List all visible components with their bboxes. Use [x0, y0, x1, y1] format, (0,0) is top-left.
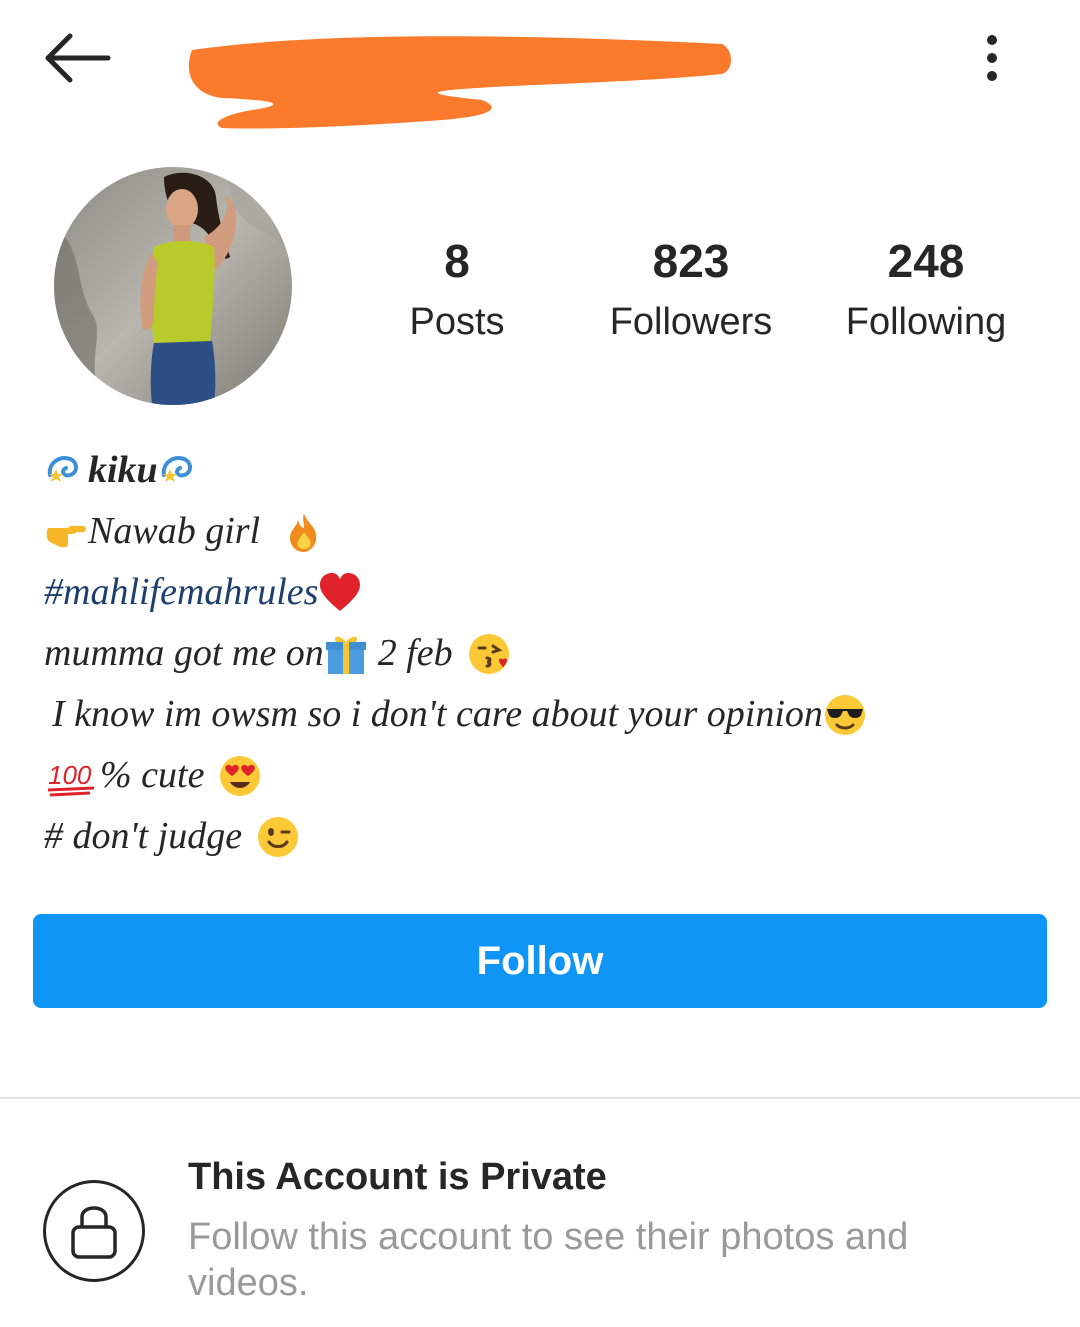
sunglasses-face-icon [824, 694, 865, 735]
hundred-points-icon: 100 [47, 760, 95, 796]
bio-line-2: Nawab girl [44, 501, 1044, 562]
bio-line-7-text: # don't judge [44, 815, 243, 857]
bio-line-5-text: I know im owsm so i don't care about you… [52, 693, 823, 735]
bio-line-4: mumma got me on 2 feb [44, 623, 1044, 684]
bio-line-5: I know im owsm so i don't care about you… [44, 684, 1044, 745]
divider [0, 1097, 1080, 1099]
private-account-subtitle: Follow this account to see their photos … [188, 1216, 909, 1304]
follow-button[interactable]: Follow [33, 914, 1047, 1008]
bio: kiku Nawab girl #mahlifemahrules mumma g… [44, 440, 1044, 867]
wink-face-icon [258, 816, 299, 857]
dizzy-icon [47, 455, 78, 482]
dizzy-icon [161, 455, 192, 482]
arrow-left-icon [45, 33, 111, 83]
lock-badge [43, 1180, 145, 1282]
bio-hashtag[interactable]: #mahlifemahrules [44, 562, 318, 623]
followers-label: Followers [609, 301, 773, 343]
posts-count: 8 [444, 235, 470, 287]
top-bar [0, 0, 1080, 140]
posts-label: Posts [409, 301, 505, 343]
private-account-title: This Account is Private [188, 1156, 607, 1198]
bio-line-4-text-a: mumma got me on [44, 632, 324, 674]
fire-icon [290, 513, 317, 552]
bio-line-7: # don't judge [44, 806, 1044, 867]
bio-line-6: 100 % cute [44, 745, 1044, 806]
pointing-right-icon [46, 525, 86, 547]
gift-icon [325, 636, 366, 674]
more-options-button[interactable] [972, 30, 1012, 86]
following-label: Following [845, 301, 1007, 343]
back-button[interactable] [40, 28, 114, 88]
svg-text:100: 100 [48, 760, 92, 790]
red-heart-icon [320, 572, 361, 611]
followers-stat[interactable]: 823 Followers [581, 232, 801, 348]
bio-line-3: #mahlifemahrules [44, 562, 1044, 623]
followers-count: 823 [652, 235, 730, 287]
bio-line-2-text: Nawab girl [88, 510, 261, 552]
kiss-face-icon [468, 633, 509, 674]
bio-line-4-text-b: 2 feb [377, 632, 453, 674]
heart-eyes-icon [220, 755, 261, 796]
avatar[interactable] [54, 167, 292, 405]
bio-line-name: kiku [44, 440, 1044, 501]
posts-stat[interactable]: 8 Posts [347, 232, 567, 348]
following-count: 248 [887, 235, 965, 287]
lock-icon [71, 1206, 117, 1259]
username-redaction [182, 30, 734, 132]
bio-line-6-text: % cute [100, 754, 205, 796]
following-stat[interactable]: 248 Following [816, 232, 1036, 348]
more-vertical-icon [987, 35, 997, 81]
bio-name: kiku [88, 449, 158, 491]
